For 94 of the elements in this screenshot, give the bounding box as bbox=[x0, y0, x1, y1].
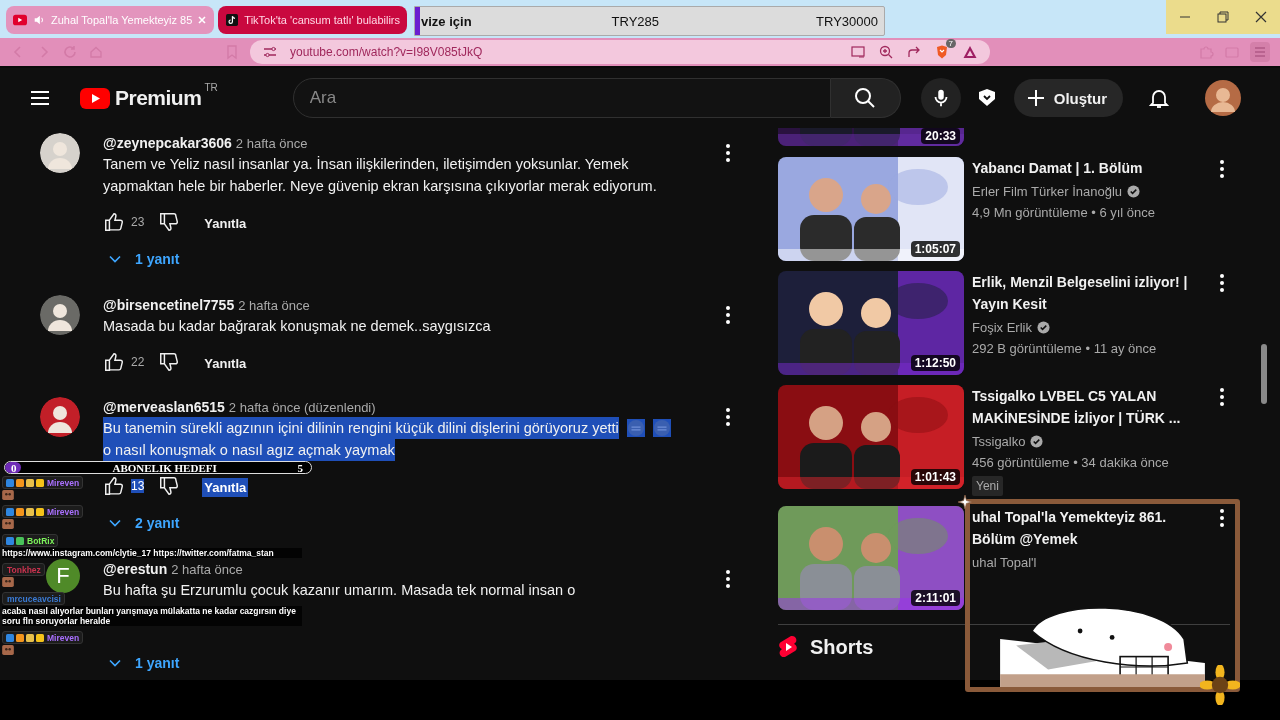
video-title[interactable]: Erlik, Menzil Belgeselini izliyor! | Yayın Kesit bbox=[972, 271, 1208, 315]
cast-icon[interactable] bbox=[850, 44, 866, 60]
chat-username: Tonkhez bbox=[7, 564, 41, 575]
thumbs-up-icon[interactable] bbox=[103, 351, 125, 373]
section-title: Shorts bbox=[810, 635, 874, 659]
browser-tab[interactable]: TikTok'ta 'cansum tatlı' bulabilirs bbox=[218, 6, 407, 34]
reply-button[interactable]: Yanıtla bbox=[202, 354, 249, 373]
like-count: 23 bbox=[131, 215, 145, 229]
shorts-logo-icon bbox=[778, 635, 798, 659]
comment-text: Bu tanemin sürekli agzının içini dilinin rengini küçük dilini dişlerini görüyoruz yetti bbox=[103, 417, 619, 439]
like-count: 22 bbox=[131, 355, 145, 369]
channel-name[interactable]: uhal Topal'l bbox=[972, 554, 1037, 570]
chat-username: Mireven bbox=[47, 632, 80, 643]
video-stats: 292 B görüntüleme • 11 ay önce bbox=[972, 340, 1158, 358]
microphone-button[interactable] bbox=[920, 78, 961, 118]
comment-time: 2 hafta önce (düzenlendi) bbox=[228, 399, 376, 415]
comment-author[interactable]: @erestun bbox=[103, 561, 168, 577]
address-bar[interactable]: youtube.com/watch?v=I98V085tJkQ 7 bbox=[250, 40, 990, 64]
video-title[interactable]: Yabancı Damat | 1. Bölüm bbox=[972, 157, 1208, 179]
video-duration: 1:01:43 bbox=[910, 469, 960, 485]
chat-message: acaba nasıl alıyorlar bunları yarışmaya mülakatta ne kadar cazgırsın diye soru fln soruyorlar heralde bbox=[2, 606, 302, 626]
sunflower-icon bbox=[1200, 665, 1240, 705]
share-icon[interactable] bbox=[906, 44, 922, 60]
chat-username: mrcuceavcisi bbox=[7, 593, 61, 604]
chat-username: Mireven bbox=[47, 477, 80, 488]
zoom-icon[interactable] bbox=[878, 44, 894, 60]
region-code: TR bbox=[204, 82, 218, 93]
logo-text[interactable]: Premium bbox=[115, 86, 202, 110]
thumbs-up-icon[interactable] bbox=[103, 475, 125, 497]
video-stats: 456 görüntüleme • 34 dakika önce bbox=[972, 454, 1170, 472]
thumbs-down-icon[interactable] bbox=[158, 211, 181, 233]
video-duration: 20:33 bbox=[921, 128, 960, 144]
channel-name[interactable]: Foşix Erlik bbox=[972, 319, 1032, 335]
user-avatar[interactable] bbox=[40, 133, 80, 173]
scrollbar-thumb[interactable] bbox=[1261, 344, 1267, 404]
video-duration: 1:12:50 bbox=[910, 355, 960, 371]
comment-author[interactable]: @merveaslan6515 bbox=[103, 399, 225, 415]
comment-author[interactable]: @zeynepcakar3606 bbox=[103, 135, 232, 151]
video-title[interactable]: Tssigalko LVBEL C5 YALAN MAKİNESİNDE İzliyor | TÜRK ... bbox=[972, 385, 1208, 429]
emoji-icon bbox=[652, 419, 671, 437]
video-stats: 4,9 Mn görüntüleme • 6 yıl önce bbox=[972, 204, 1157, 222]
chat-username: BotRix bbox=[27, 535, 55, 546]
emote-icon bbox=[2, 490, 14, 500]
goal-label: vize için bbox=[421, 13, 472, 29]
replies-toggle[interactable]: 1 yanıt bbox=[103, 241, 180, 277]
url-text: youtube.com/watch?v=I98V085tJkQ bbox=[290, 45, 483, 59]
tab-title: TikTok'ta 'cansum tatlı' bulabilirs bbox=[244, 14, 400, 26]
comment-text: Masada bu kadar bağrarak konuşmak ne demek..saygısızca bbox=[103, 317, 491, 336]
tab-title: Zuhal Topal'la Yemekteyiz 85 bbox=[51, 14, 193, 26]
triangle-icon[interactable] bbox=[962, 44, 978, 60]
user-avatar[interactable]: F bbox=[46, 559, 80, 593]
comment-time: 2 hafta önce bbox=[238, 297, 310, 313]
video-duration: 1:05:07 bbox=[910, 241, 960, 257]
reply-button[interactable]: Yanıtla bbox=[202, 214, 249, 233]
new-badge: Yeni bbox=[972, 476, 1003, 496]
comment-author[interactable]: @birsencetinel7755 bbox=[103, 297, 235, 313]
count-badge: 7 bbox=[945, 39, 956, 48]
comment-text: yapmaktan hele bir haberler. Neye güvenip ekran karşısına çıkıyorlar merak ediyorum. bbox=[103, 177, 657, 196]
goal-current: 0 bbox=[11, 462, 17, 473]
comment-text: o nasıl konuşmak o nasıl agız açmak yaymak bbox=[103, 439, 395, 461]
comment-time: 2 hafta önce bbox=[171, 561, 243, 577]
user-avatar[interactable] bbox=[40, 295, 80, 335]
like-count: 13 bbox=[131, 479, 145, 493]
emote-icon bbox=[2, 645, 14, 655]
goal-target: TRY30000 bbox=[816, 13, 878, 29]
user-avatar[interactable] bbox=[40, 397, 80, 437]
video-title[interactable]: uhal Topal'la Yemekteyiz 861. Bölüm @Yemek bbox=[972, 506, 1208, 550]
chat-message: https://www.instagram.com/clytie_17 https://twitter.com/fatma_stan bbox=[2, 548, 302, 558]
play-logo-icon[interactable] bbox=[80, 87, 110, 109]
music-note-icon bbox=[225, 14, 240, 26]
emote-icon bbox=[2, 577, 14, 587]
thumbs-down-icon[interactable] bbox=[158, 351, 181, 373]
emote-icon bbox=[2, 519, 14, 529]
video-duration: 2:11:01 bbox=[911, 590, 960, 606]
comment-text: Tanem ve Yeliz nasıl insanlar ya. İnsan ilişkilerinden, iletişimden yoksunlar. Yemek bbox=[103, 155, 629, 174]
thumbs-up-icon[interactable] bbox=[103, 211, 125, 233]
comment-time: 2 hafta önce bbox=[235, 135, 308, 151]
channel-name[interactable]: Tssigalko bbox=[972, 433, 1026, 449]
goal-target: 5 bbox=[297, 462, 303, 473]
comment-text: Bu hafta şu Erzurumlu çocuk kazanır umarım. Masada tek normal insan o bbox=[103, 581, 576, 600]
chat-username: Mireven bbox=[47, 506, 80, 517]
thumbs-down-icon[interactable] bbox=[158, 475, 181, 497]
search-field[interactable]: Ara bbox=[292, 78, 831, 118]
site-settings-icon[interactable] bbox=[262, 44, 278, 60]
video-logo-icon bbox=[13, 14, 27, 26]
reply-button[interactable]: Yanıtla bbox=[202, 478, 249, 497]
create-button[interactable]: Oluştur bbox=[1013, 79, 1124, 117]
lion-shield-icon[interactable] bbox=[934, 44, 950, 60]
goal-current: TRY285 bbox=[611, 13, 660, 29]
profile-avatar[interactable] bbox=[1205, 80, 1242, 116]
search-button[interactable] bbox=[830, 78, 901, 118]
goal-label: ABONELIK HEDEFI bbox=[112, 462, 217, 473]
replies-toggle[interactable]: 2 yanıt bbox=[103, 505, 180, 541]
channel-name[interactable]: Erler Film Türker İnanoğlu bbox=[972, 183, 1123, 199]
